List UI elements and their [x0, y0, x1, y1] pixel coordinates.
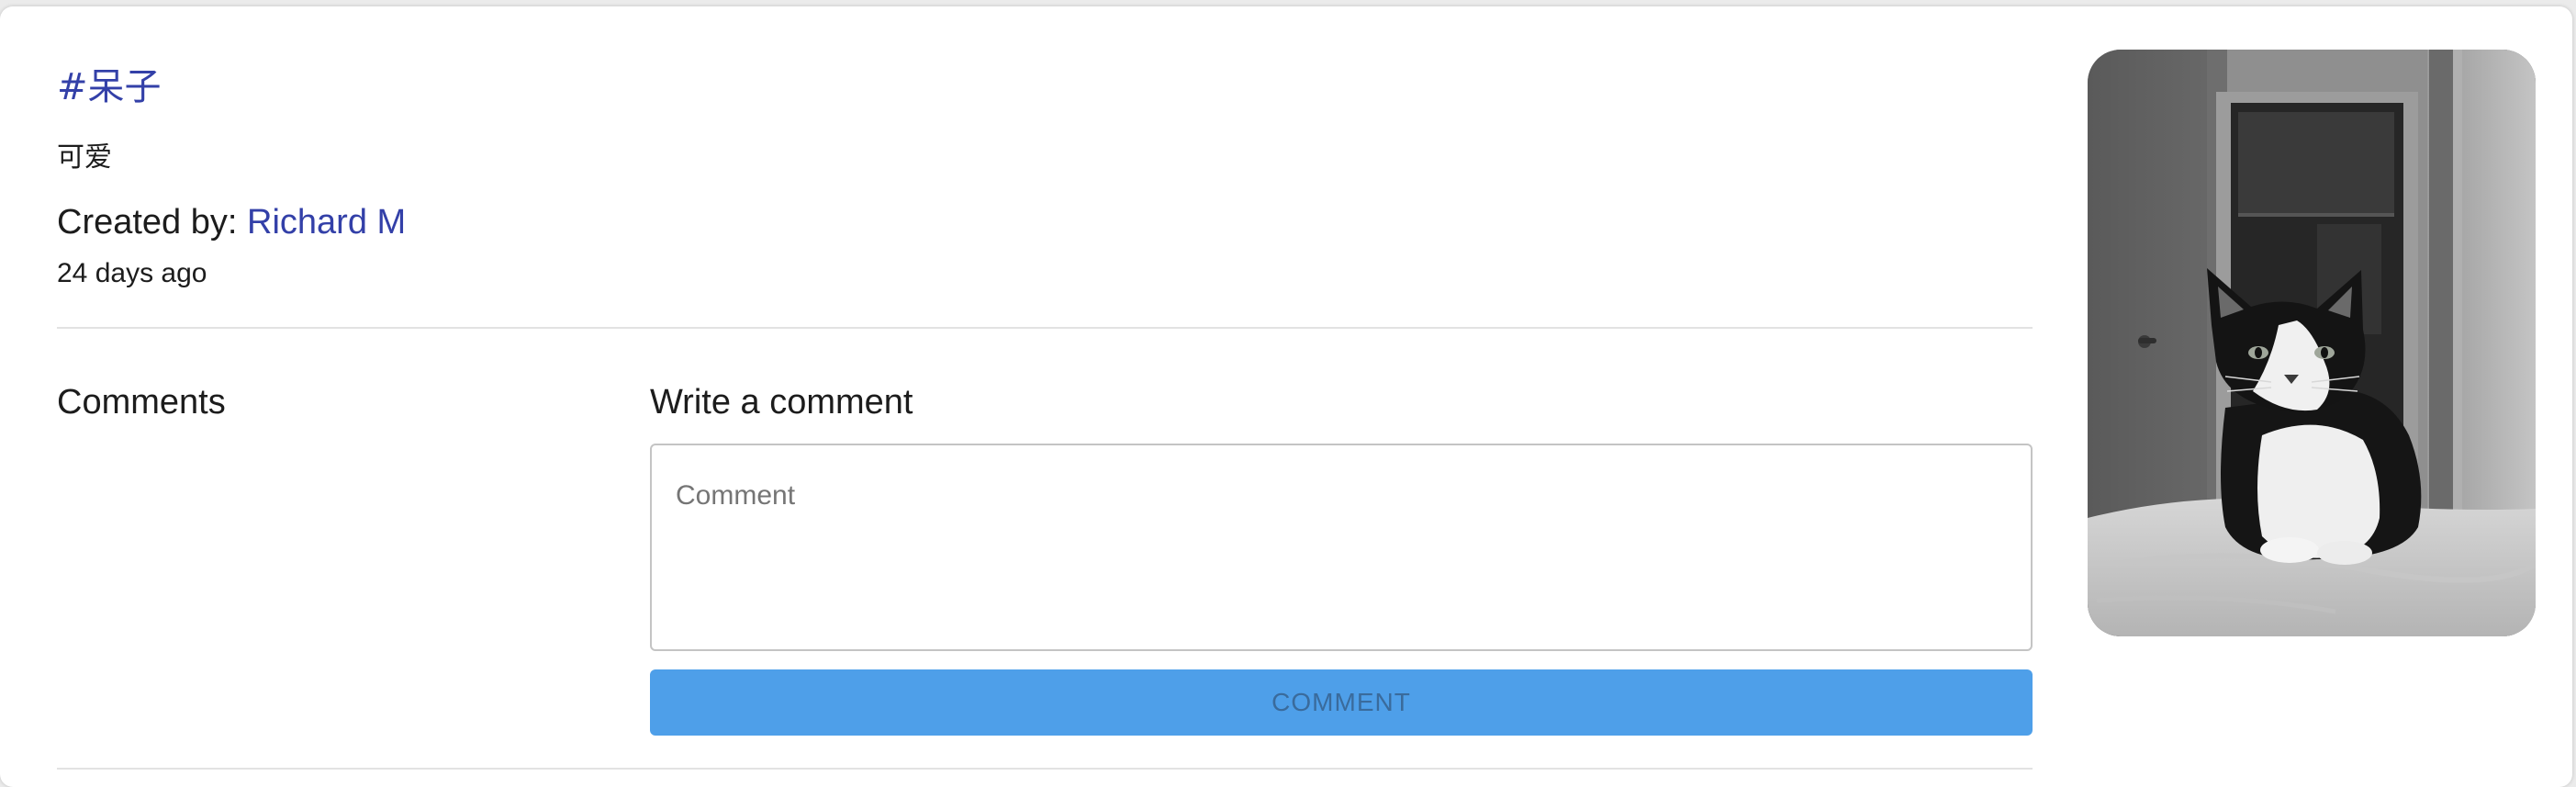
section-divider-bottom	[57, 768, 2033, 770]
comment-submit-button[interactable]: COMMENT	[650, 669, 2033, 736]
section-divider	[57, 327, 2033, 329]
cat-photo-illustration	[2088, 50, 2536, 636]
post-card: #呆子 可爱 Created by: Richard M 24 days ago…	[0, 6, 2572, 787]
comments-heading: Comments	[57, 383, 226, 422]
author-link[interactable]: Richard M	[247, 203, 406, 242]
write-comment-heading: Write a comment	[650, 383, 913, 422]
post-description: 可爱	[57, 141, 112, 174]
comment-input[interactable]	[650, 444, 2033, 651]
created-by-label: Created by:	[57, 203, 238, 242]
post-timestamp: 24 days ago	[57, 258, 207, 288]
post-tag-link[interactable]: #呆子	[57, 69, 162, 106]
created-by-line: Created by: Richard M	[57, 205, 406, 240]
post-photo	[2088, 50, 2536, 636]
